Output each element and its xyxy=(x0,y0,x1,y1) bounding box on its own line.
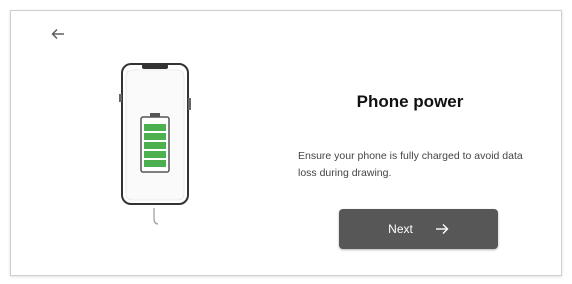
arrow-right-icon xyxy=(435,223,449,235)
description-text: Ensure your phone is fully charged to av… xyxy=(298,150,523,179)
back-button[interactable] xyxy=(44,20,72,48)
page-title: Phone power xyxy=(356,92,464,111)
next-button-label: Next xyxy=(388,222,413,236)
arrow-left-icon xyxy=(51,29,64,39)
next-button[interactable]: Next xyxy=(339,209,498,249)
phone-battery-icon xyxy=(119,63,191,225)
